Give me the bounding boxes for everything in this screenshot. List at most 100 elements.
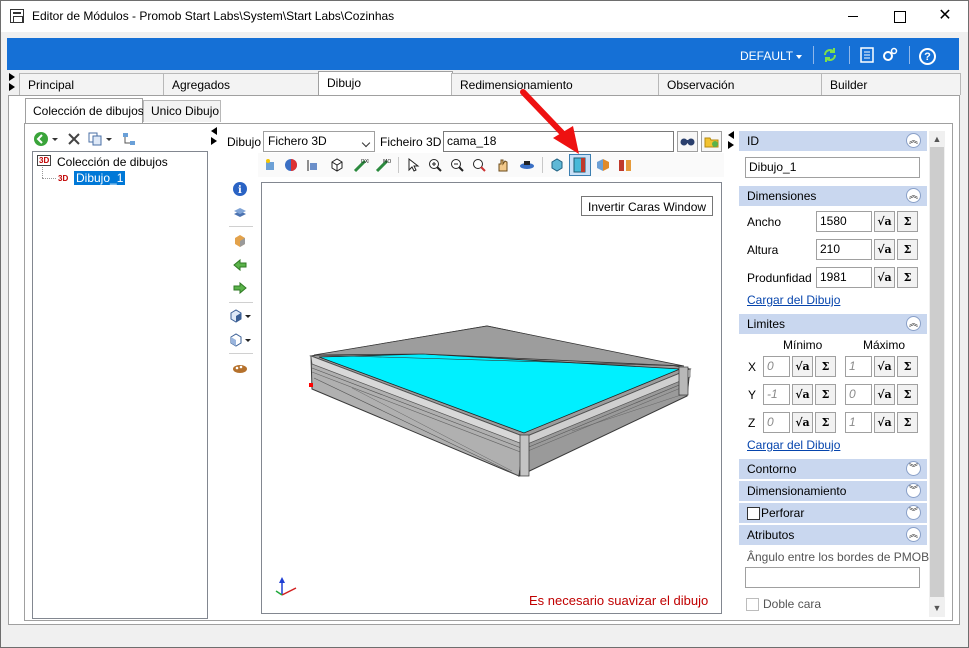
list-icon[interactable]	[858, 46, 876, 64]
expand-right-icon[interactable]	[728, 141, 734, 149]
hierarchy-icon[interactable]	[121, 131, 137, 147]
tab-coleccion-de-dibujos[interactable]: Colección de dibujos	[25, 98, 144, 124]
chevron-down-icon[interactable]	[796, 55, 802, 59]
formula-icon[interactable]: √a	[874, 211, 895, 232]
scrollbar-thumb[interactable]	[930, 147, 944, 597]
view-cube-dropdown-2[interactable]	[228, 332, 252, 348]
id-section-header[interactable]: ID ︽	[739, 131, 927, 151]
perforar-section-header[interactable]: Perforar ︾	[739, 503, 927, 523]
chevron-up-icon[interactable]: ︽	[906, 527, 921, 542]
palette-icon[interactable]	[232, 360, 248, 376]
doble-cara-checkbox[interactable]	[746, 598, 759, 611]
sum-icon[interactable]: Σ	[815, 356, 836, 377]
chevron-down-icon[interactable]	[51, 131, 59, 147]
id-input[interactable]: Dibujo_1	[745, 157, 920, 178]
sum-icon[interactable]: Σ	[897, 356, 918, 377]
formula-icon[interactable]: √a	[874, 412, 895, 433]
refresh-icon[interactable]	[821, 46, 839, 64]
sum-icon[interactable]: Σ	[897, 239, 918, 260]
x-max-input[interactable]: 1	[845, 356, 872, 377]
z-max-input[interactable]: 1	[845, 412, 872, 433]
atributos-section-header[interactable]: Atributos ︽	[739, 525, 927, 545]
info-icon[interactable]: i	[232, 181, 248, 197]
altura-input[interactable]: 210	[816, 239, 872, 260]
zoom-icon[interactable]	[471, 157, 487, 173]
profile-dropdown[interactable]: DEFAULT	[740, 49, 793, 63]
open-folder-icon[interactable]	[701, 131, 722, 152]
tree-root-item[interactable]: Colección de dibujos	[57, 155, 168, 169]
search-icon[interactable]	[677, 131, 698, 152]
contorno-section-header[interactable]: Contorno ︾	[739, 459, 927, 479]
chevron-down-icon[interactable]: ︾	[906, 483, 921, 498]
ancho-input[interactable]: 1580	[816, 211, 872, 232]
collapse-left-icon[interactable]	[728, 131, 734, 139]
tab-principal[interactable]: Principal	[19, 73, 165, 95]
formula-icon[interactable]: √a	[792, 412, 813, 433]
dimensiones-section-header[interactable]: Dimensiones ︽	[739, 186, 927, 206]
render-icon[interactable]	[262, 157, 278, 173]
tab-builder[interactable]: Builder	[821, 73, 961, 95]
formula-icon[interactable]: √a	[792, 356, 813, 377]
expand-right-icon[interactable]	[211, 137, 217, 145]
y-min-input[interactable]: -1	[763, 384, 790, 405]
angulo-input[interactable]	[745, 567, 920, 588]
profundidad-input[interactable]: 1981	[816, 267, 872, 288]
layers-icon[interactable]	[232, 205, 248, 221]
axis-icon[interactable]	[305, 157, 321, 173]
dxf-icon[interactable]: DXF	[353, 157, 369, 173]
tab-agregados[interactable]: Agregados	[163, 73, 319, 95]
chevron-up-icon[interactable]: ︽	[906, 133, 921, 148]
collapse-left-icon[interactable]	[211, 127, 217, 135]
close-button[interactable]: ✕	[922, 1, 968, 32]
arrow-left-icon[interactable]	[232, 257, 248, 273]
scroll-down-icon[interactable]: ▼	[929, 600, 945, 616]
cargar-dibujo-link[interactable]: Cargar del Dibujo	[747, 293, 840, 307]
sum-icon[interactable]: Σ	[897, 412, 918, 433]
chevron-down-icon[interactable]: ︾	[906, 505, 921, 520]
3d-viewport[interactable]	[261, 182, 722, 614]
mirror-icon[interactable]	[617, 157, 633, 173]
perforar-checkbox[interactable]	[747, 507, 760, 520]
box-icon[interactable]	[232, 233, 248, 249]
flip-cube-icon[interactable]	[595, 157, 611, 173]
mob-icon[interactable]: MOB	[375, 157, 391, 173]
z-min-input[interactable]: 0	[763, 412, 790, 433]
dimensionamiento-section-header[interactable]: Dimensionamiento ︾	[739, 481, 927, 501]
sum-icon[interactable]: Σ	[815, 412, 836, 433]
sum-icon[interactable]: Σ	[897, 267, 918, 288]
formula-icon[interactable]: √a	[874, 384, 895, 405]
chevron-up-icon[interactable]: ︽	[906, 188, 921, 203]
chevron-down-icon[interactable]: ︾	[906, 461, 921, 476]
settings-icon[interactable]	[881, 46, 899, 64]
cube-outline-icon[interactable]	[329, 157, 345, 173]
sum-icon[interactable]: Σ	[897, 211, 918, 232]
y-max-input[interactable]: 0	[845, 384, 872, 405]
chevron-down-icon[interactable]	[105, 131, 113, 147]
dibujo-type-select[interactable]: Fichero 3D	[263, 131, 375, 152]
sphere-icon[interactable]	[283, 157, 299, 173]
minimize-button[interactable]	[830, 1, 876, 32]
arrow-right-icon[interactable]	[232, 280, 248, 296]
pan-hand-icon[interactable]	[495, 157, 511, 173]
sum-icon[interactable]: Σ	[897, 384, 918, 405]
sum-icon[interactable]: Σ	[815, 384, 836, 405]
formula-icon[interactable]: √a	[874, 356, 895, 377]
view-cube-dropdown[interactable]	[228, 308, 252, 324]
formula-icon[interactable]: √a	[874, 239, 895, 260]
tab-observacion[interactable]: Observación	[658, 73, 823, 95]
add-icon[interactable]	[33, 131, 49, 147]
formula-icon[interactable]: √a	[874, 267, 895, 288]
limites-section-header[interactable]: Limites ︽	[739, 314, 927, 334]
scroll-up-icon[interactable]: ▲	[929, 131, 945, 147]
delete-icon[interactable]	[66, 131, 82, 147]
zoom-window-icon[interactable]	[427, 157, 443, 173]
formula-icon[interactable]: √a	[792, 384, 813, 405]
help-icon[interactable]: ?	[919, 48, 936, 65]
chevron-up-icon[interactable]: ︽	[906, 316, 921, 331]
cargar-dibujo-link-2[interactable]: Cargar del Dibujo	[747, 438, 840, 452]
tree-item-dibujo-1[interactable]: Dibujo_1	[74, 171, 126, 185]
maximize-button[interactable]	[876, 1, 922, 32]
copy-icon[interactable]	[87, 131, 103, 147]
tab-dibujo[interactable]: Dibujo	[318, 71, 453, 96]
x-min-input[interactable]: 0	[763, 356, 790, 377]
